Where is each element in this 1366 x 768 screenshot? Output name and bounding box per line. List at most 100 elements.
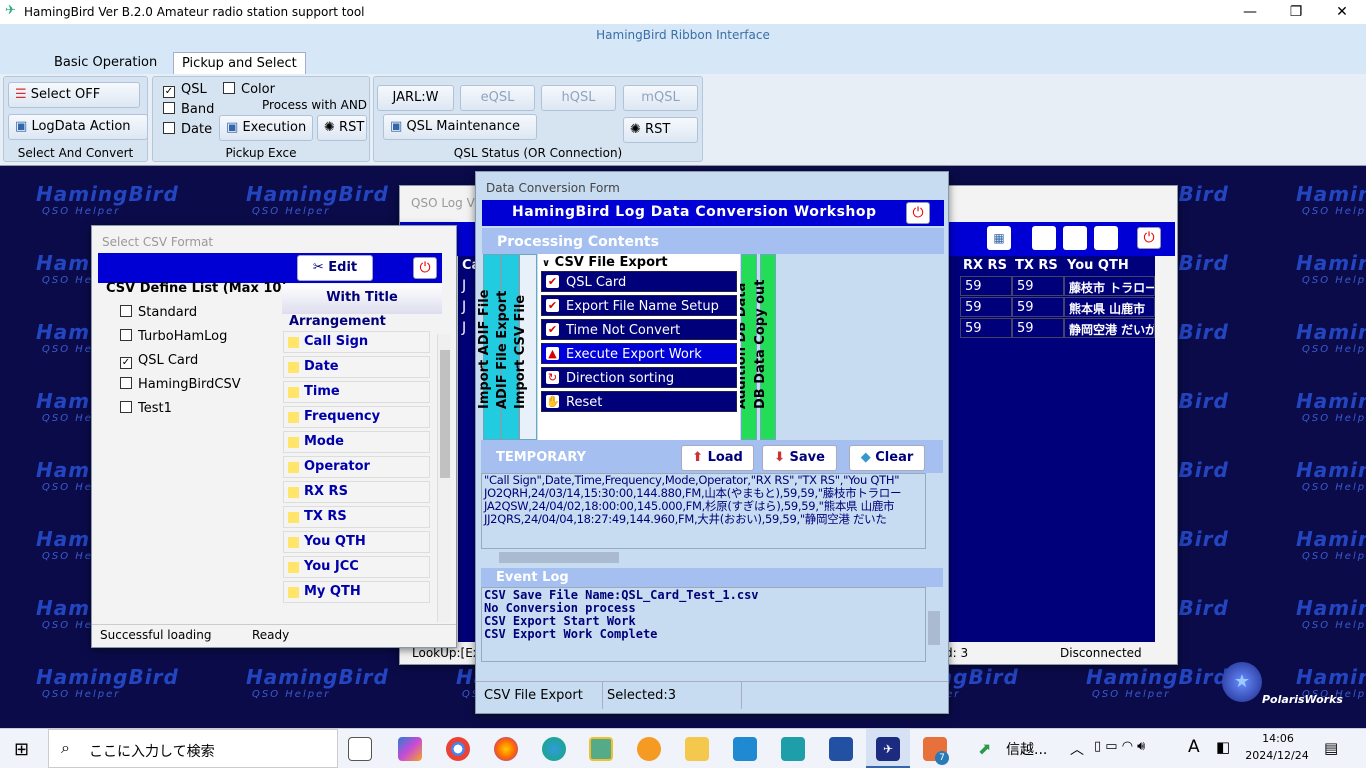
arrangement-item[interactable]: TX RS — [283, 506, 430, 528]
csv-define-item[interactable]: Standard — [120, 305, 197, 320]
minimize-button[interactable]: — — [1230, 2, 1270, 22]
notes-icon[interactable] — [781, 737, 805, 761]
band-label: Band — [181, 102, 215, 117]
folder-icon[interactable] — [685, 737, 709, 761]
firefox-icon[interactable] — [494, 737, 518, 761]
watermark-logo: HamingBirdQSO Helper — [36, 182, 179, 217]
ribbon: ☰ Select OFF ▣ LogData Action Select And… — [0, 74, 1366, 166]
rst-label: RST — [645, 122, 671, 137]
stock-icon[interactable]: ⬈ — [978, 739, 991, 758]
process-item[interactable]: ✔ Time Not Convert — [541, 319, 737, 340]
calculator-icon[interactable]: ▦ — [987, 226, 1011, 250]
app-icon[interactable] — [589, 737, 613, 761]
csv-power-icon[interactable]: ⏻ — [413, 257, 437, 279]
brave-icon[interactable] — [637, 737, 661, 761]
eqsl-button[interactable]: eQSL — [460, 85, 535, 111]
arrangement-item[interactable]: RX RS — [283, 481, 430, 503]
csv-define-label: Test1 — [138, 401, 172, 416]
event-log-vscroll[interactable] — [926, 587, 942, 662]
qsl-checkbox[interactable]: ✓ QSL — [163, 82, 207, 98]
csv-define-item[interactable]: Test1 — [120, 401, 172, 416]
notifications-icon[interactable]: ▤ — [1324, 739, 1338, 757]
clock-date[interactable]: 2024/12/24 — [1242, 749, 1312, 762]
qsl-maintenance-button[interactable]: ▣ QSL Maintenance — [383, 114, 537, 140]
qso-scrollbar[interactable] — [1155, 256, 1173, 642]
process-item[interactable]: ✔ QSL Card — [541, 271, 737, 292]
copilot-icon[interactable] — [398, 737, 422, 761]
restore-button[interactable]: ❐ — [1276, 2, 1316, 22]
process-item[interactable]: ↻ Direction sorting — [541, 367, 737, 388]
csv-window-title: Select CSV Format — [102, 235, 214, 249]
process-item[interactable]: ▲ Execute Export Work — [541, 343, 737, 364]
vscode-icon[interactable] — [733, 737, 757, 761]
date-checkbox[interactable]: Date — [163, 122, 212, 137]
process-with-and-label: Process with AND — [262, 98, 368, 112]
minimize-icon[interactable]: _ — [1032, 226, 1056, 250]
with-title-header[interactable]: With Title — [282, 284, 442, 314]
tab-pickup-and-select[interactable]: Pickup and Select — [173, 52, 306, 74]
csv-define-item[interactable]: ✓ QSL Card — [120, 353, 198, 369]
power-icon[interactable]: ⏻ — [1137, 227, 1161, 249]
csv-define-item[interactable]: HamingBirdCSV — [120, 377, 241, 392]
arrangement-item[interactable]: You JCC — [283, 556, 430, 578]
process-item[interactable]: ✋ Reset — [541, 391, 737, 412]
arrangement-item[interactable]: Time — [283, 381, 430, 403]
logdata-action-button[interactable]: ▣ LogData Action — [8, 114, 148, 140]
temporary-textbox[interactable]: "Call Sign",Date,Time,Frequency,Mode,Ope… — [481, 473, 926, 549]
arrangement-item[interactable]: You QTH — [283, 531, 430, 553]
watermark-brand: HamingBird — [1296, 251, 1366, 275]
csv-export-section[interactable]: ∨ CSV File Export — [542, 255, 668, 270]
mqsl-button[interactable]: mQSL — [623, 85, 698, 111]
arrangement-item[interactable]: Operator — [283, 456, 430, 478]
arrangement-item[interactable]: Frequency — [283, 406, 430, 428]
ime-indicator[interactable]: A — [1188, 737, 1200, 757]
tab-db-copy-out[interactable]: DB Data Copy out — [753, 254, 776, 440]
maximize-icon[interactable]: ☐ — [1094, 226, 1118, 250]
spinner-icon: ✺ — [324, 120, 335, 135]
task-view-icon[interactable] — [348, 737, 372, 761]
calculator-app-icon[interactable] — [829, 737, 853, 761]
watermark-brand: HamingBird — [36, 665, 179, 689]
watermark-logo: HamingBirdQSO Helper — [1296, 389, 1366, 424]
windows-start-icon[interactable]: ⊞ — [14, 739, 29, 760]
arrangement-item[interactable]: My QTH — [283, 581, 430, 603]
temporary-hscroll[interactable] — [481, 549, 926, 566]
qsl-rst-button[interactable]: ✺ RST — [623, 117, 698, 143]
hqsl-button[interactable]: hQSL — [541, 85, 616, 111]
checkbox-checked-icon: ✓ — [120, 357, 132, 369]
chrome-icon[interactable] — [446, 737, 470, 761]
chevron-up-icon[interactable]: ︿ — [1070, 739, 1084, 759]
color-checkbox[interactable]: Color — [223, 82, 275, 97]
temporary-vscroll[interactable] — [926, 473, 942, 549]
close-button[interactable]: ✕ — [1322, 2, 1362, 22]
tray-icons[interactable]: ▯ ▭ ◠ 🔊︎ — [1094, 739, 1145, 754]
arrangement-item[interactable]: Mode — [283, 431, 430, 453]
save-button[interactable]: ⬇ Save — [762, 445, 837, 471]
jarl-button[interactable]: JARL:W — [377, 85, 454, 111]
band-checkbox[interactable]: Band — [163, 102, 214, 117]
conversion-power-icon[interactable]: ⏻ — [906, 202, 930, 224]
arrangement-item[interactable]: Call Sign — [283, 331, 430, 353]
arrangement-scrollbar[interactable] — [437, 334, 451, 622]
taskbar-search-box[interactable]: ⌕ ここに入力して検索 — [48, 729, 338, 768]
csv-define-item[interactable]: TurboHamLog — [120, 329, 227, 344]
clear-button[interactable]: ◆ Clear — [849, 445, 925, 471]
tab-basic-operation[interactable]: Basic Operation — [46, 52, 165, 74]
select-off-button[interactable]: ☰ Select OFF — [8, 82, 140, 108]
restore-icon[interactable]: ▫ — [1063, 226, 1087, 250]
ime-mode-icon[interactable]: ◧ — [1216, 738, 1230, 756]
watermark-brand: HamingBird — [1296, 320, 1366, 344]
arrangement-item[interactable]: Date — [283, 356, 430, 378]
execution-button[interactable]: ▣ Execution — [219, 115, 313, 141]
load-button[interactable]: ⬆ Load — [681, 445, 754, 471]
tab-import-csv[interactable]: Import CSV File — [513, 254, 537, 440]
hamingbird-taskbar-button[interactable]: ✈ — [866, 729, 910, 768]
edit-button[interactable]: ✂ Edit — [297, 255, 373, 281]
window-title: HamingBird Ver B.2.0 Amateur radio stati… — [24, 5, 365, 19]
clock-time[interactable]: 14:06 — [1248, 732, 1308, 745]
pickup-rst-button[interactable]: ✺ RST — [317, 115, 367, 141]
sort-icon: ↻ — [546, 371, 559, 384]
edge-icon[interactable] — [542, 737, 566, 761]
qso-cell-youqth: 熊本県 山鹿市 — [1064, 297, 1155, 317]
process-item[interactable]: ✔ Export File Name Setup — [541, 295, 737, 316]
